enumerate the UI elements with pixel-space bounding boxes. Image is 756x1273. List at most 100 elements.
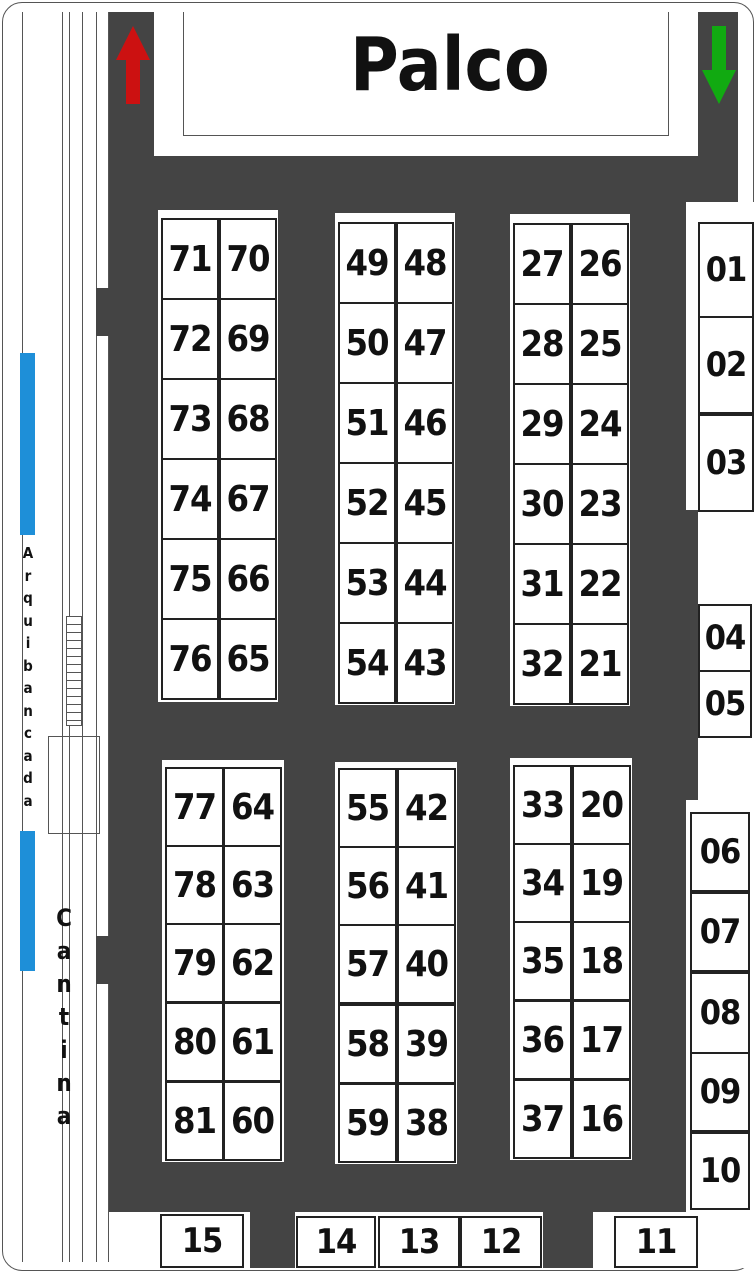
stall-42[interactable]: 42	[397, 768, 456, 848]
stall-52[interactable]: 52	[338, 462, 396, 544]
stall-53[interactable]: 53	[338, 542, 396, 624]
stall-41[interactable]: 41	[397, 846, 456, 926]
stall-34[interactable]: 34	[513, 843, 572, 923]
stall-48[interactable]: 48	[396, 222, 454, 304]
bleacher-bar	[20, 831, 35, 971]
stall-59[interactable]: 59	[338, 1083, 397, 1163]
stall-32[interactable]: 32	[513, 623, 571, 705]
label-letter: a	[56, 937, 72, 965]
stall-55[interactable]: 55	[338, 768, 397, 848]
stall-49[interactable]: 49	[338, 222, 396, 304]
stall-07[interactable]: 07	[690, 892, 750, 972]
stall-39[interactable]: 39	[397, 1004, 456, 1084]
stall-57[interactable]: 57	[338, 924, 397, 1004]
stall-45[interactable]: 45	[396, 462, 454, 544]
stall-31[interactable]: 31	[513, 543, 571, 625]
stall-12[interactable]: 12	[460, 1216, 542, 1268]
stall-77[interactable]: 77	[165, 767, 224, 847]
stairs	[66, 616, 82, 726]
stall-76[interactable]: 76	[161, 618, 219, 700]
aisle-bottom	[543, 1205, 593, 1268]
stall-13[interactable]: 13	[378, 1216, 460, 1268]
stall-36[interactable]: 36	[513, 1000, 572, 1080]
stall-43[interactable]: 43	[396, 622, 454, 704]
stall-16[interactable]: 16	[572, 1079, 631, 1159]
stall-67[interactable]: 67	[219, 458, 277, 540]
stall-23[interactable]: 23	[571, 463, 629, 545]
stall-54[interactable]: 54	[338, 622, 396, 704]
label-letter: b	[23, 656, 33, 675]
stall-56[interactable]: 56	[338, 846, 397, 926]
stall-35[interactable]: 35	[513, 921, 572, 1001]
stall-06[interactable]: 06	[690, 812, 750, 892]
stall-75[interactable]: 75	[161, 538, 219, 620]
stall-24[interactable]: 24	[571, 383, 629, 465]
stall-74[interactable]: 74	[161, 458, 219, 540]
label-letter: q	[23, 589, 33, 607]
stall-46[interactable]: 46	[396, 382, 454, 464]
stall-50[interactable]: 50	[338, 302, 396, 384]
stall-28[interactable]: 28	[513, 303, 571, 385]
stall-17[interactable]: 17	[572, 1000, 631, 1080]
stall-47[interactable]: 47	[396, 302, 454, 384]
stall-26[interactable]: 26	[571, 223, 629, 305]
stall-63[interactable]: 63	[223, 845, 282, 925]
stall-21[interactable]: 21	[571, 623, 629, 705]
stall-69[interactable]: 69	[219, 298, 277, 380]
stall-65[interactable]: 65	[219, 618, 277, 700]
label-letter: u	[23, 611, 33, 630]
stall-08[interactable]: 08	[690, 972, 750, 1054]
stall-51[interactable]: 51	[338, 382, 396, 464]
stall-15[interactable]: 15	[160, 1214, 244, 1268]
stall-03[interactable]: 03	[698, 414, 754, 512]
stall-44[interactable]: 44	[396, 542, 454, 624]
stall-70[interactable]: 70	[219, 218, 277, 300]
stall-64[interactable]: 64	[223, 767, 282, 847]
bleacher-bar	[20, 353, 35, 535]
label-letter: i	[60, 1036, 68, 1064]
stall-62[interactable]: 62	[223, 923, 282, 1003]
stall-40[interactable]: 40	[397, 924, 456, 1004]
stall-61[interactable]: 61	[223, 1002, 282, 1082]
stall-11[interactable]: 11	[614, 1216, 698, 1268]
stall-30[interactable]: 30	[513, 463, 571, 545]
stall-02[interactable]: 02	[698, 316, 754, 414]
label-letter: t	[58, 1003, 70, 1031]
arrow-up-icon[interactable]	[114, 24, 152, 106]
stall-19[interactable]: 19	[572, 843, 631, 923]
stall-68[interactable]: 68	[219, 378, 277, 460]
stall-60[interactable]: 60	[223, 1081, 282, 1161]
stall-25[interactable]: 25	[571, 303, 629, 385]
stall-73[interactable]: 73	[161, 378, 219, 460]
stall-78[interactable]: 78	[165, 845, 224, 925]
stall-05[interactable]: 05	[698, 670, 752, 738]
stall-18[interactable]: 18	[572, 921, 631, 1001]
stall-14[interactable]: 14	[296, 1216, 376, 1268]
arrow-down-icon[interactable]	[700, 24, 738, 106]
stall-01[interactable]: 01	[698, 222, 754, 318]
stall-04[interactable]: 04	[698, 604, 752, 672]
stall-20[interactable]: 20	[572, 765, 631, 845]
label-letter: a	[23, 791, 33, 810]
stage-label: Palco	[350, 22, 550, 108]
stall-33[interactable]: 33	[513, 765, 572, 845]
stall-22[interactable]: 22	[571, 543, 629, 625]
stall-81[interactable]: 81	[165, 1081, 224, 1161]
label-letter: r	[24, 566, 32, 585]
stall-72[interactable]: 72	[161, 298, 219, 380]
label-letter: a	[23, 679, 33, 697]
arquibancada-label: Arquibancada	[18, 542, 38, 812]
stall-29[interactable]: 29	[513, 383, 571, 465]
stall-71[interactable]: 71	[161, 218, 219, 300]
stall-37[interactable]: 37	[513, 1079, 572, 1159]
floor-notch	[96, 288, 110, 336]
stall-27[interactable]: 27	[513, 223, 571, 305]
stall-58[interactable]: 58	[338, 1004, 397, 1084]
stall-80[interactable]: 80	[165, 1002, 224, 1082]
stall-09[interactable]: 09	[690, 1052, 750, 1132]
stall-10[interactable]: 10	[690, 1132, 750, 1210]
stall-66[interactable]: 66	[219, 538, 277, 620]
label-letter: a	[23, 746, 33, 765]
stall-38[interactable]: 38	[397, 1083, 456, 1163]
stall-79[interactable]: 79	[165, 923, 224, 1003]
